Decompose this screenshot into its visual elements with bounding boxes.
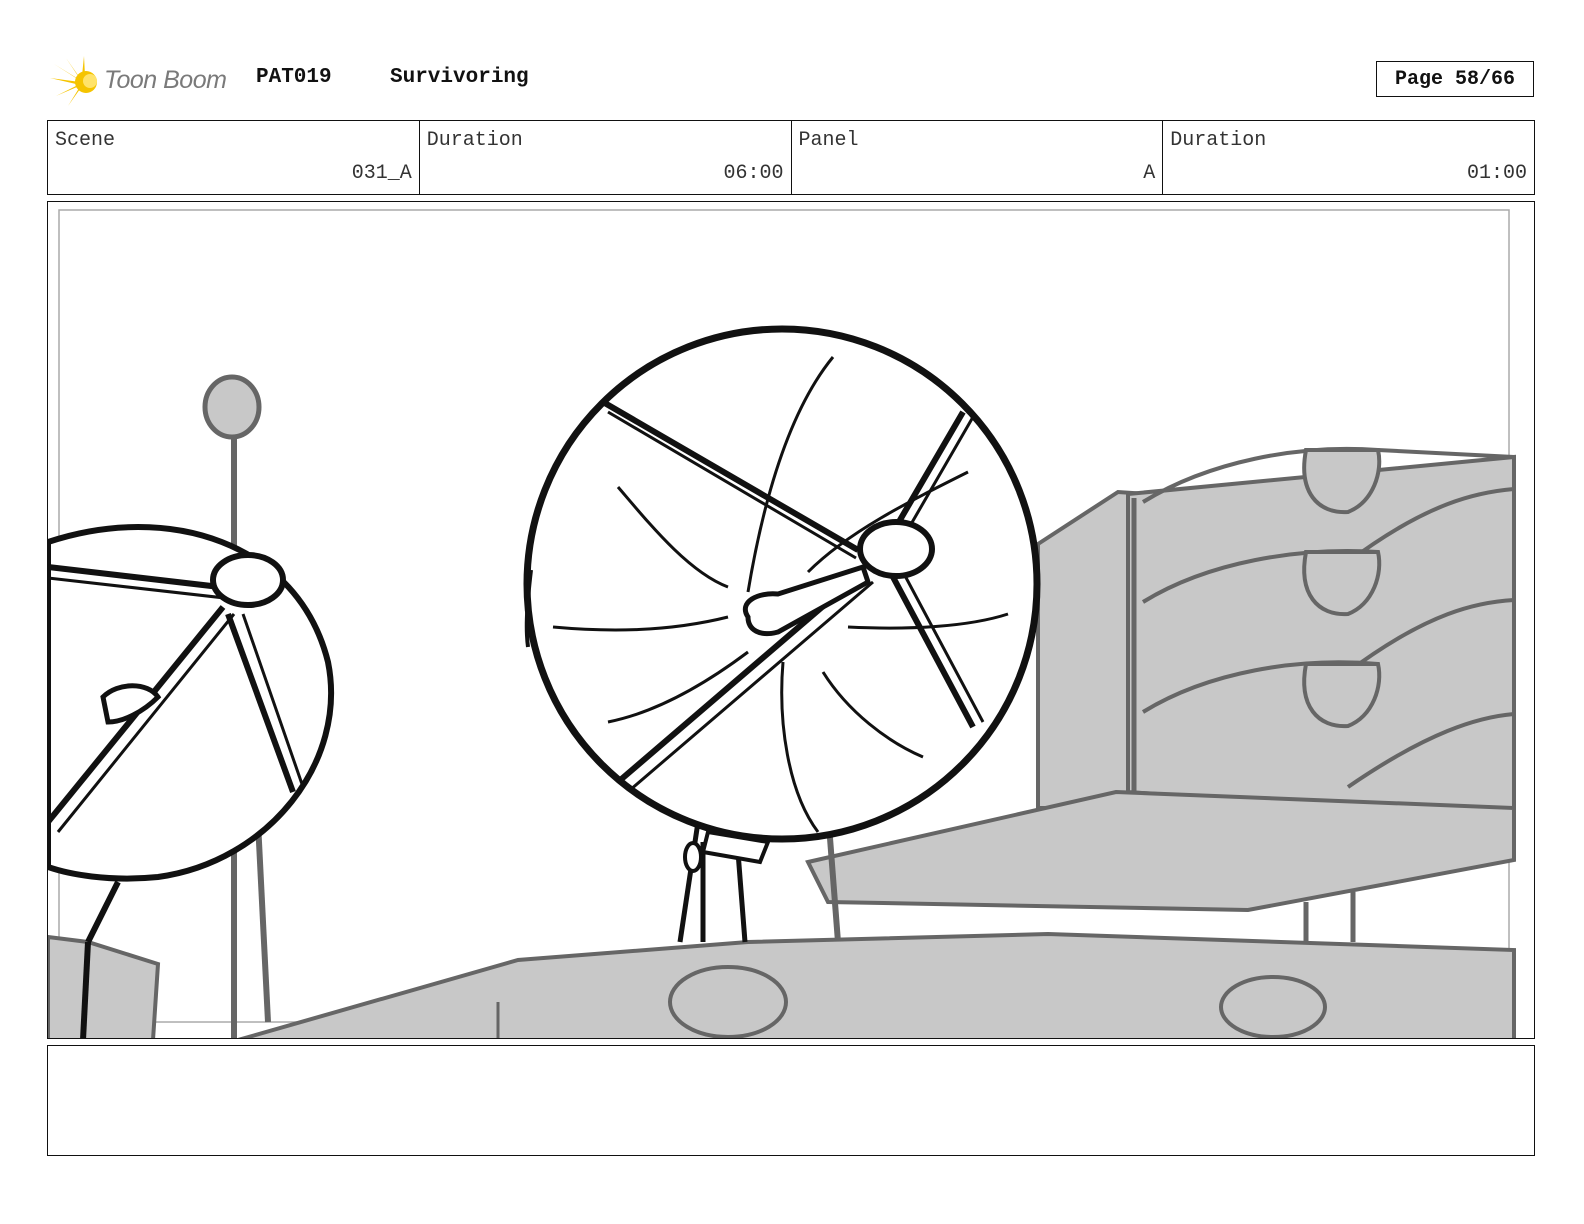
storyboard-panel xyxy=(47,201,1535,1039)
scene-duration-value: 06:00 xyxy=(723,162,784,185)
scene-value: 031_A xyxy=(351,162,412,185)
panel-duration-label: Duration xyxy=(1170,129,1267,152)
panel-cell: Panel A xyxy=(792,121,1164,194)
sun-burst-icon xyxy=(50,56,97,106)
scene-duration-label: Duration xyxy=(426,129,523,152)
project-code: PAT019 xyxy=(256,66,332,89)
toon-boom-logo: Toon Boom xyxy=(50,56,240,108)
scene-cell: Scene 031_A xyxy=(48,121,420,194)
storyboard-sketch xyxy=(48,209,1516,1038)
panel-notes-box xyxy=(47,1045,1535,1156)
scene-info-table: Scene 031_A Duration 06:00 Panel A Durat… xyxy=(47,120,1535,195)
project-title: Survivoring xyxy=(390,66,529,89)
scene-label: Scene xyxy=(55,129,116,152)
page-indicator: Page 58/66 xyxy=(1376,61,1534,97)
logo-text: Toon Boom xyxy=(104,66,227,94)
panel-label: Panel xyxy=(798,129,859,152)
panel-value: A xyxy=(1143,162,1156,185)
scene-duration-cell: Duration 06:00 xyxy=(420,121,792,194)
panel-duration-value: 01:00 xyxy=(1466,162,1527,185)
panel-duration-cell: Duration 01:00 xyxy=(1163,121,1534,194)
